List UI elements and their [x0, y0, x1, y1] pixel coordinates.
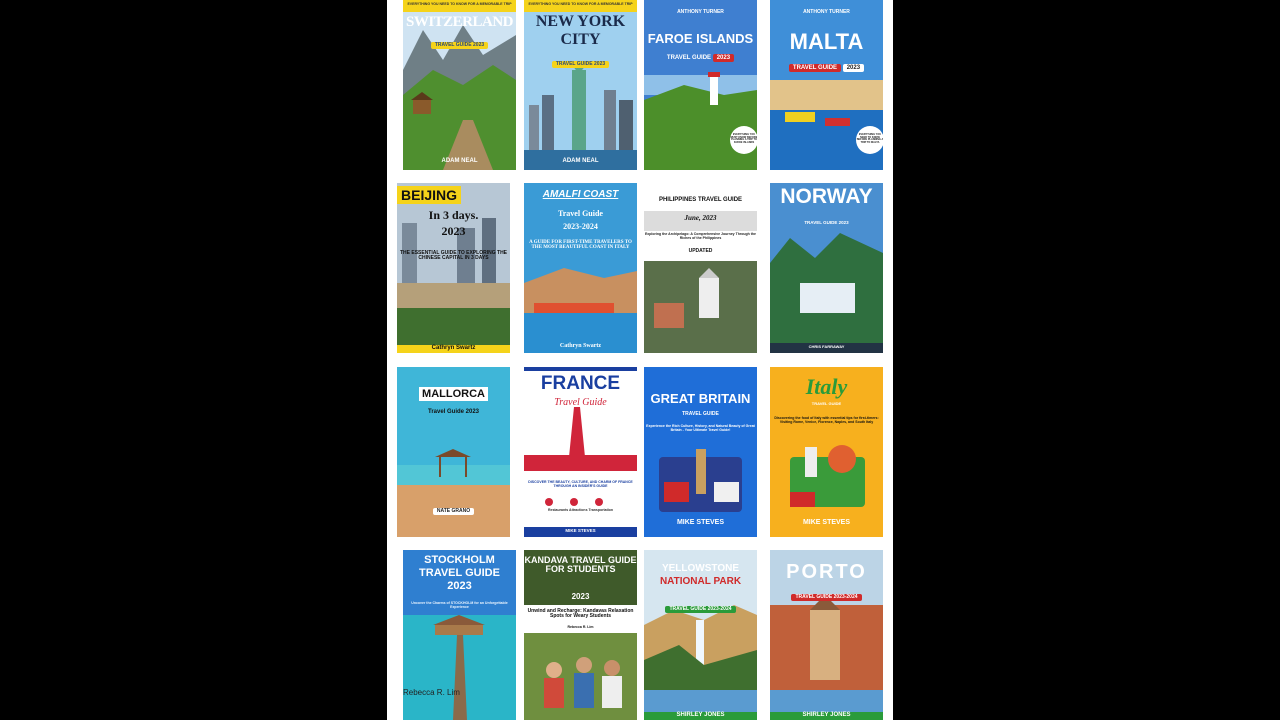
book-author: MIKE STEVES	[676, 519, 725, 526]
book-subtitle: Travel Guide 2023	[427, 409, 480, 415]
book-description: THE ESSENTIAL GUIDE TO EXPLORING THE CHI…	[399, 250, 508, 262]
book-tagline: EVERYTHING YOU NEED TO KNOW FOR A MEMORA…	[407, 2, 512, 6]
book-badge: EVERYTHING YOU MUST KNOW BEFORE PLANNING…	[730, 133, 757, 144]
book-year: 2023	[712, 54, 735, 63]
norway-cover-art	[770, 183, 883, 353]
book-subtitle: TRAVEL GUIDE 2023	[551, 61, 610, 69]
book-cover-great-britain[interactable]: GREAT BRITAIN TRAVEL GUIDE Experience th…	[644, 367, 757, 537]
book-title: FAROE ISLANDS	[647, 31, 754, 46]
book-description: DISCOVER THE BEAUTY, CULTURE, AND CHARM …	[528, 480, 633, 488]
book-author: SHIRLEY JONES	[676, 712, 725, 718]
book-title: KANDAVA TRAVEL GUIDE FOR STUDENTS	[524, 555, 637, 575]
book-subtitle: TRAVEL GUIDE 2023-2024	[791, 594, 862, 602]
book-title: Italy	[805, 374, 848, 399]
book-subtitle: TRAVEL GUIDE	[788, 64, 842, 73]
book-date: June, 2023	[684, 214, 717, 222]
book-subtitle: TRAVEL GUIDE	[682, 411, 719, 417]
book-title: BEIJING	[397, 186, 462, 204]
book-description: A GUIDE FOR FIRST-TIME TRAVELERS TO THE …	[529, 240, 632, 251]
icon-label-attractions: Attractions	[569, 508, 588, 512]
book-year: 2023	[842, 64, 865, 73]
book-subtitle: TRAVEL GUIDE 2023-2024	[665, 606, 736, 614]
book-cover-new-york[interactable]: EVERYTHING YOU NEED TO KNOW FOR A MEMORA…	[524, 0, 637, 170]
book-title: MALLORCA	[419, 387, 488, 401]
book-title: FRANCE	[540, 373, 621, 394]
book-title: GREAT BRITAIN	[650, 391, 751, 406]
book-tagline: EVERYTHING YOU NEED TO KNOW FOR A MEMORA…	[528, 2, 633, 6]
book-title: NORWAY	[780, 185, 873, 208]
icon-label-restaurants: Restaurants	[547, 508, 569, 512]
kandava-cover-art	[524, 550, 637, 720]
book-cover-yellowstone[interactable]: YELLOWSTONE NATIONAL PARK TRAVEL GUIDE 2…	[644, 550, 757, 720]
book-cover-norway[interactable]: NORWAY TRAVEL GUIDE 2023 CHRIS FARRAWAY	[770, 183, 883, 353]
book-author: ADAM NEAL	[562, 158, 599, 164]
book-author: Rebecca R. Lim	[403, 688, 460, 697]
book-title-line1: YELLOWSTONE	[661, 563, 740, 574]
book-author: Rebecca R. Lim	[567, 625, 594, 629]
book-description: Discovering the food of Italy with essen…	[774, 416, 879, 424]
book-description: Uncover the Charms of STOCKHOLM for an U…	[411, 601, 508, 609]
faroe-cover-art	[644, 0, 757, 170]
book-year: 2023	[447, 580, 472, 592]
book-title: AMALFI COAST	[542, 189, 619, 200]
book-author: MIKE STEVES	[565, 528, 596, 533]
book-cover-grid: EVERYTHING YOU NEED TO KNOW FOR A MEMORA…	[387, 0, 893, 720]
book-title: PHILIPPINES TRAVEL GUIDE	[658, 197, 743, 203]
book-subtitle: Travel Guide	[558, 209, 603, 218]
book-title-line1: NEW YORK	[535, 13, 626, 30]
book-cover-philippines[interactable]: PHILIPPINES TRAVEL GUIDE June, 2023 Expl…	[644, 183, 757, 353]
book-badge: EVERYTHING YOU NEED TO KNOW BEFORE PLANN…	[856, 133, 883, 144]
book-title-line2: NATIONAL PARK	[659, 576, 742, 587]
book-title-line2: TRAVEL GUIDE	[419, 567, 500, 579]
book-cover-beijing[interactable]: BEIJING In 3 days. 2023 THE ESSENTIAL GU…	[397, 183, 510, 353]
book-year: 2023	[571, 592, 590, 601]
book-description: Unwind and Recharge: Kandavas Relaxation…	[527, 608, 634, 620]
book-cover-switzerland[interactable]: EVERYTHING YOU NEED TO KNOW FOR A MEMORA…	[403, 0, 516, 170]
book-author: Cathryn Swartz	[559, 343, 602, 349]
book-title: PORTO	[786, 561, 867, 583]
book-cover-mallorca[interactable]: MALLORCA Travel Guide 2023 NATE GRANO	[397, 367, 510, 537]
book-author: Cathryn Swartz	[431, 345, 476, 351]
book-year: 2023	[441, 224, 466, 238]
icon-label-transportation: Transportation	[588, 508, 614, 512]
book-author: CHRIS FARRAWAY	[808, 344, 845, 349]
book-author: SHIRLEY JONES	[802, 712, 851, 718]
book-cover-amalfi-coast[interactable]: AMALFI COAST Travel Guide 2023-2024 A GU…	[524, 183, 637, 353]
book-subtitle: TRAVEL GUIDE	[811, 401, 842, 406]
book-cover-malta[interactable]: ANTHONY TURNER MALTA TRAVEL GUIDE 2023 E…	[770, 0, 883, 170]
book-description: Exploring the Archipelago: A Comprehensi…	[644, 232, 757, 240]
book-cover-italy[interactable]: Italy TRAVEL GUIDE Discovering the food …	[770, 367, 883, 537]
book-subtitle: TRAVEL GUIDE	[666, 55, 712, 61]
book-title: SWITZERLAND	[405, 14, 514, 30]
book-subtitle: TRAVEL GUIDE 2023	[804, 220, 849, 225]
book-title: MALTA	[789, 29, 864, 54]
book-cover-porto[interactable]: PORTO TRAVEL GUIDE 2023-2024 SHIRLEY JON…	[770, 550, 883, 720]
book-subtitle: TRAVEL GUIDE 2023	[430, 42, 489, 50]
philippines-cover-art	[644, 183, 757, 353]
book-years: 2023-2024	[563, 222, 598, 231]
book-author: NATE GRANO	[432, 508, 475, 516]
book-tag: UPDATED	[688, 248, 713, 254]
book-author: ANTHONY TURNER	[803, 9, 850, 15]
book-cover-stockholm[interactable]: STOCKHOLM TRAVEL GUIDE 2023 Uncover the …	[403, 550, 516, 720]
book-title-line1: STOCKHOLM	[424, 554, 495, 566]
book-cover-kandava[interactable]: KANDAVA TRAVEL GUIDE FOR STUDENTS 2023 U…	[524, 550, 637, 720]
book-title-line2: CITY	[560, 31, 601, 48]
book-cover-france[interactable]: FRANCE Travel Guide DISCOVER THE BEAUTY,…	[524, 367, 637, 537]
book-author: ANTHONY TURNER	[677, 9, 724, 15]
book-cover-faroe-islands[interactable]: ANTHONY TURNER FAROE ISLANDS TRAVEL GUID…	[644, 0, 757, 170]
book-author: MIKE STEVES	[802, 519, 851, 526]
book-subtitle: Travel Guide	[554, 397, 607, 408]
book-author: ADAM NEAL	[441, 158, 478, 164]
book-description: Experience the Rich Culture, History, an…	[646, 424, 755, 432]
book-line2: In 3 days.	[428, 208, 479, 222]
malta-cover-art	[770, 0, 883, 170]
